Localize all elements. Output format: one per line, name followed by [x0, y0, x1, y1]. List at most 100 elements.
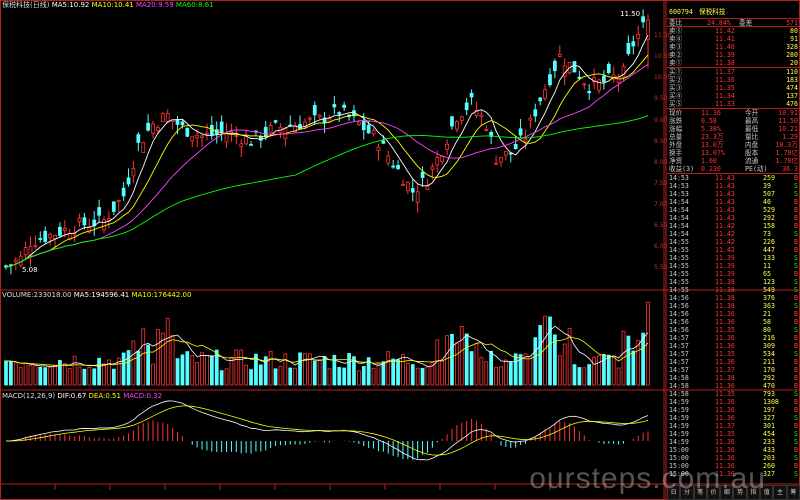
ask-volume: 80 — [790, 27, 798, 35]
volume-bar — [489, 350, 494, 386]
legend-dif: DIF:0.67 — [57, 392, 87, 400]
tick-time: 14:59 — [669, 398, 689, 406]
tick-volume: 327 — [763, 414, 775, 422]
tick-volume: 123 — [763, 278, 775, 286]
volume-bar — [200, 351, 204, 386]
tick-side: S — [794, 326, 798, 334]
bid-price: 11.35 — [715, 84, 735, 92]
candle-body — [224, 132, 229, 143]
tick-price: 11.36 — [715, 358, 735, 366]
bid-row: 买④ 11.34 137 — [667, 92, 800, 100]
volume-bar — [4, 360, 8, 386]
candle-body — [43, 230, 48, 242]
volume-bar — [557, 355, 562, 386]
candle-body — [18, 255, 23, 266]
tick-volume: 65 — [763, 270, 771, 278]
candle-body — [205, 132, 209, 135]
tick-row: 14:57 11.35 534 S — [667, 350, 800, 358]
tick-volume: 21 — [763, 310, 771, 318]
volume-bar — [244, 364, 249, 386]
candle-body — [396, 164, 400, 170]
tick-price: 11.38 — [715, 286, 735, 294]
ask-volume: 328 — [786, 43, 798, 51]
tick-row: 14:54 11.42 73 S — [667, 230, 800, 238]
candle-body — [234, 135, 239, 138]
moving-average-lines — [5, 34, 649, 268]
candle-body — [543, 89, 547, 99]
tick-time: 14:55 — [669, 246, 689, 254]
volume-bar — [312, 360, 317, 386]
volume-bar — [13, 362, 18, 386]
candle-body — [146, 122, 150, 131]
volume-bar — [361, 366, 366, 386]
tick-price: 11.36 — [715, 414, 735, 422]
candle-body — [77, 217, 82, 223]
tick-volume: 470 — [763, 382, 775, 390]
volume-bar — [38, 366, 43, 386]
legend-name: 保税科技(日线) — [2, 1, 50, 9]
tick-volume: 73 — [763, 230, 771, 238]
tab-筹[interactable]: 筹 — [786, 485, 800, 500]
volume-bar — [440, 360, 445, 386]
tick-price: 11.36 — [715, 342, 735, 350]
volume-bar — [616, 367, 621, 386]
tick-side: B — [794, 358, 798, 366]
tick-time: 14:57 — [669, 342, 689, 350]
volume-bar — [631, 350, 636, 386]
tab-主[interactable]: 主 — [773, 485, 787, 500]
volume-bar — [543, 315, 547, 386]
tick-side: B — [794, 446, 798, 454]
volume-bar — [298, 352, 302, 386]
quote-panel: 600794 保税科技 委比 24.84% 委差 571 卖⑤ 11.42 80 卖④… — [667, 8, 800, 484]
candle-body — [33, 245, 38, 248]
candle-body — [268, 125, 273, 133]
quote-value: 10.91 — [778, 109, 798, 117]
candle-body — [376, 146, 381, 151]
volume-bar — [553, 334, 557, 386]
legend-vol-ma10: MA10:176442.00 — [131, 291, 192, 299]
tick-time: 14:58 — [669, 382, 689, 390]
tick-row: 14:59 11.36 197 B — [667, 406, 800, 414]
ask-label: 卖③ — [669, 43, 683, 51]
tick-side: S — [794, 254, 798, 262]
tick-price: 11.37 — [715, 422, 735, 430]
volume-bar — [327, 368, 332, 386]
tick-price: 11.39 — [715, 262, 735, 270]
legend-ma60: MA60:8.61 — [175, 1, 214, 9]
volume-bar — [420, 367, 425, 386]
legend-macd: MACD:0.32 — [123, 392, 163, 400]
candle-body — [587, 91, 592, 94]
tick-row: 14:55 11.38 549 S — [667, 286, 800, 294]
candle-body — [538, 97, 543, 102]
volume-bar — [180, 354, 185, 386]
tick-side: B — [794, 398, 798, 406]
tick-price: 11.36 — [715, 438, 735, 446]
quote-stats: 现价 11.36 今开 10.91 涨跌 0.58 最高 11.50 涨幅 5.38% 最低 10.2… — [667, 108, 800, 173]
price-axis-tick: 7.00 — [654, 200, 668, 208]
candle-body — [420, 171, 425, 178]
tick-row: 14:54 11.43 292 B — [667, 214, 800, 222]
quote-label: 最低 — [745, 125, 759, 133]
tick-list[interactable]: 14:53 11.43 259 B 14:53 11.43 39 S 14:53 11.43 507… — [667, 173, 800, 478]
quote-label: 涨幅 — [669, 125, 683, 133]
tick-price: 11.36 — [715, 334, 735, 342]
tick-side: B — [794, 366, 798, 374]
tick-side: S — [794, 302, 798, 310]
volume-bar — [479, 356, 484, 386]
ask-price: 11.42 — [715, 27, 735, 35]
tick-price: 11.42 — [715, 230, 735, 238]
wei-cha-value: 571 — [786, 19, 798, 27]
candle-body — [548, 74, 552, 86]
tick-row: 14:59 11.37 301 B — [667, 422, 800, 430]
tick-volume: 211 — [763, 358, 775, 366]
price-axis-tick: 10.50 — [654, 53, 672, 61]
candle-body — [445, 143, 449, 150]
quote-value: 1.78亿 — [775, 157, 798, 165]
quote-value: 1.60 — [701, 157, 717, 165]
tick-price: 11.43 — [715, 182, 735, 190]
volume-bar — [87, 367, 92, 386]
candle-body — [239, 143, 244, 147]
tick-row: 14:57 11.37 170 B — [667, 366, 800, 374]
watermark: oursteps.com.au — [529, 462, 766, 495]
tick-price: 11.43 — [715, 198, 735, 206]
